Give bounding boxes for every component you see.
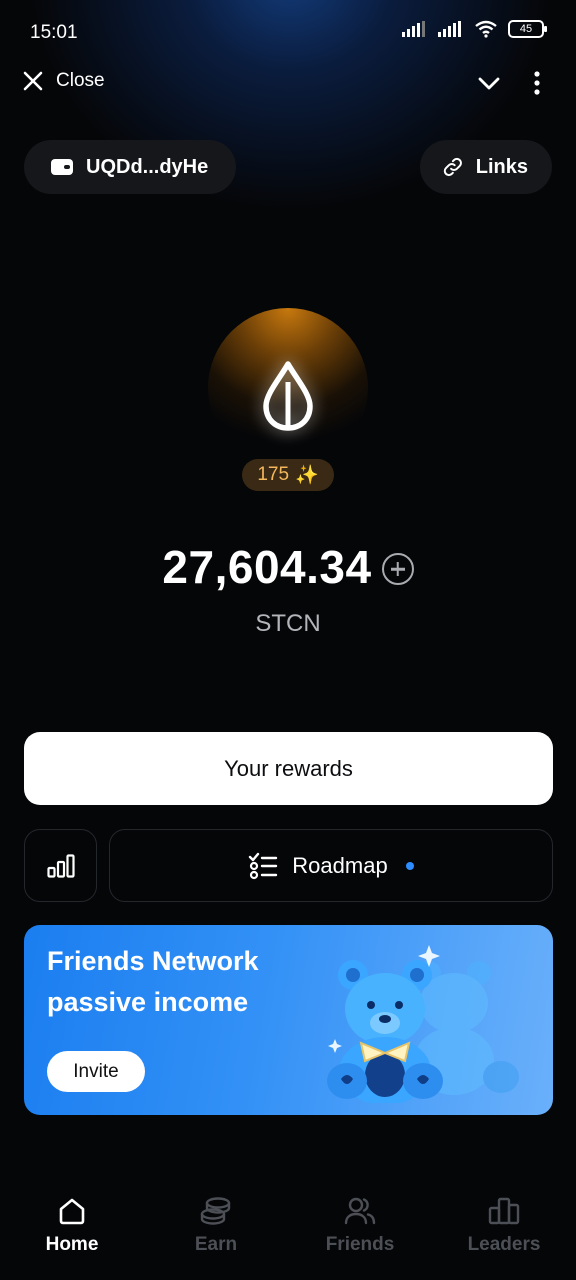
links-button[interactable]: Links: [420, 140, 552, 194]
signal-icon: [438, 21, 461, 37]
chevron-down-icon: [478, 77, 500, 90]
friends-icon: [344, 1197, 376, 1225]
close-icon: [23, 71, 43, 91]
nav-friends[interactable]: Friends: [288, 1180, 432, 1280]
checklist-icon: [249, 852, 278, 879]
balance-row: 27,604.34: [0, 540, 576, 594]
home-icon: [59, 1198, 85, 1225]
battery-indicator: 45: [508, 20, 547, 38]
wifi-icon: [475, 20, 497, 38]
stars-badge: 175 ✨: [242, 459, 334, 491]
top-bar: Close: [0, 62, 576, 106]
add-balance-button[interactable]: [381, 553, 414, 585]
nav-label: Earn: [194, 1234, 238, 1255]
balance-amount: 27,604.34: [162, 541, 372, 593]
friends-network-banner[interactable]: Friends Network passive income Invite: [24, 925, 553, 1115]
bottom-navigation: Home Earn Friends Leaders: [0, 1180, 576, 1280]
more-vertical-icon: [534, 71, 540, 95]
currency-label: STCN: [255, 610, 321, 637]
status-bar: 15:01 45: [0, 0, 576, 64]
nav-label: Friends: [325, 1234, 395, 1255]
leaders-icon: [488, 1197, 520, 1225]
your-rewards-label: Your rewards: [224, 755, 353, 781]
links-label: Links: [475, 155, 528, 178]
nav-home[interactable]: Home: [0, 1180, 144, 1280]
your-rewards-button[interactable]: Your rewards: [24, 732, 553, 805]
wallet-icon: [51, 159, 73, 175]
nav-leaders[interactable]: Leaders: [432, 1180, 576, 1280]
token-logo-icon: [263, 361, 313, 431]
roadmap-label: Roadmap: [292, 852, 388, 878]
stars-count: 175: [257, 464, 290, 485]
signal-icon: [402, 21, 425, 37]
more-options-button[interactable]: [524, 70, 550, 101]
stats-button[interactable]: [24, 829, 97, 902]
wallet-address-button[interactable]: UQDd...dyHe: [24, 140, 236, 194]
nav-label: Home: [45, 1234, 99, 1255]
coins-icon: [200, 1197, 231, 1225]
status-icons: 45: [402, 20, 547, 38]
status-time: 15:01: [30, 22, 78, 43]
link-icon: [443, 157, 462, 177]
collapse-button[interactable]: [476, 70, 502, 101]
wallet-address: UQDd...dyHe: [86, 155, 209, 178]
teddy-bears-illustration: [327, 945, 519, 1103]
banner-title: Friends Network passive income: [47, 946, 259, 1017]
close-label: Close: [56, 70, 105, 91]
nav-label: Leaders: [467, 1234, 541, 1255]
close-button[interactable]: Close: [22, 70, 105, 92]
new-indicator-dot: [405, 861, 414, 870]
sparkle-icon: ✨: [295, 465, 319, 486]
invite-label: Invite: [73, 1060, 119, 1082]
bar-chart-icon: [46, 853, 75, 878]
nav-earn[interactable]: Earn: [144, 1180, 288, 1280]
roadmap-button[interactable]: Roadmap: [109, 829, 553, 902]
invite-button[interactable]: Invite: [47, 1051, 145, 1092]
